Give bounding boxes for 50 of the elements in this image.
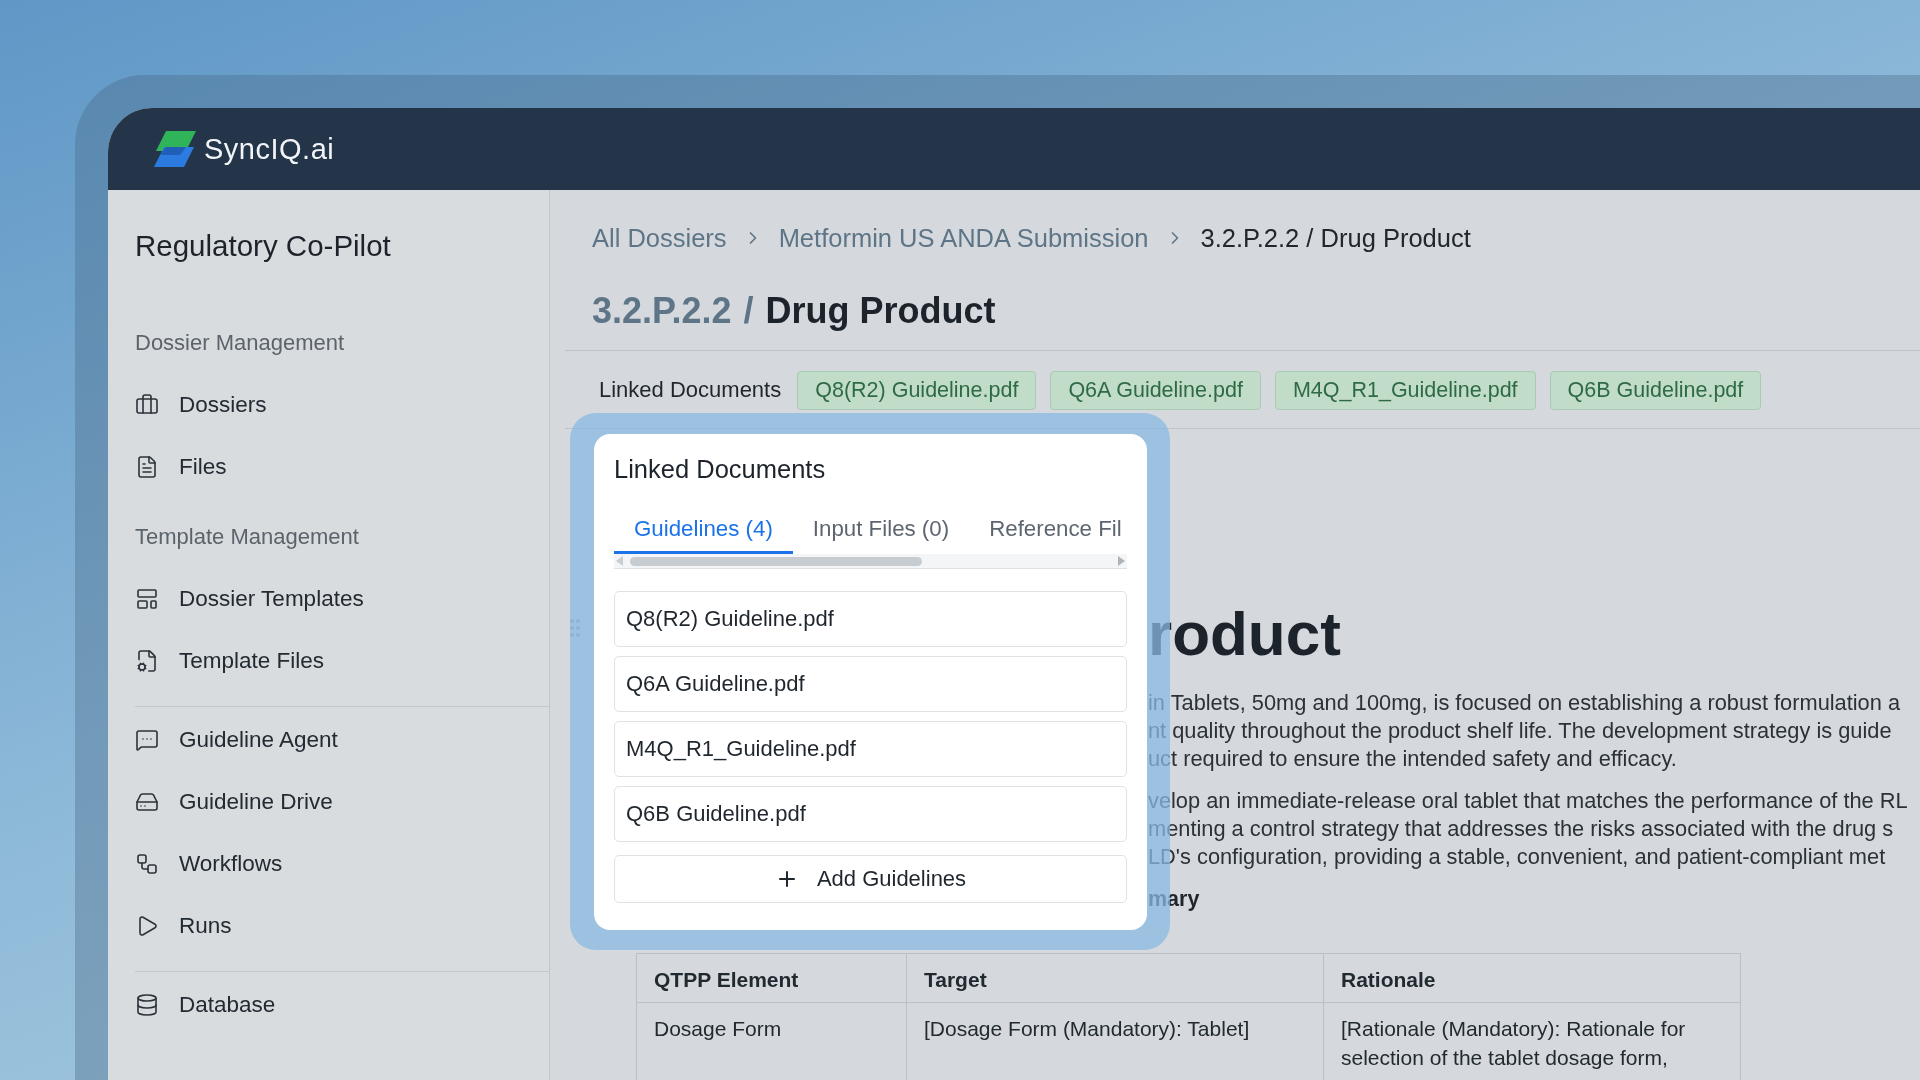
popup-tab[interactable]: Reference Fil [969,506,1127,554]
section-code: 3.2.P.2.2 [592,290,732,332]
horizontal-scrollbar[interactable] [614,554,1127,569]
table-cell: [Dosage Form (Mandatory): Tablet] [907,1003,1324,1080]
breadcrumb-link[interactable]: 3.2.P.2.2 / Drug Product [1200,223,1471,253]
document-chip[interactable]: Q6A Guideline.pdf [1050,370,1261,410]
table-cell: [Rationale (Mandatory): Rationale for selection of the tablet dosage form, [1324,1003,1741,1080]
file-gear-icon [135,649,159,673]
workflow-icon [135,852,159,876]
title-separator: / [743,290,754,332]
brand-name: SyncIQ.ai [204,132,335,166]
page-title: Drug Product [765,290,996,332]
table-cell: Dosage Form [637,1003,907,1080]
linked-documents-label: Linked Documents [599,377,782,403]
sidebar-item[interactable]: Guideline Drive [135,771,549,833]
sidebar-item[interactable]: Guideline Agent [135,709,549,771]
scroll-right-icon[interactable] [1117,556,1125,566]
column-header: Target [907,954,1324,1003]
popup-tab[interactable]: Input Files (0) [792,506,970,554]
sidebar-item[interactable]: Runs [135,895,549,957]
document-chip[interactable]: M4Q_R1_Guideline.pdf [1274,370,1536,410]
document-chip[interactable]: Q8(R2) Guideline.pdf [797,370,1037,410]
document-chip[interactable]: Q6B Guideline.pdf [1549,370,1762,410]
add-guidelines-button[interactable]: Add Guidelines [614,855,1127,903]
chat-icon [135,728,159,752]
file-item[interactable]: M4Q_R1_Guideline.pdf [614,721,1127,777]
drag-handle-icon[interactable] [570,619,580,637]
popup-title: Linked Documents [614,454,827,485]
section-heading: Dossier Management [135,329,346,357]
scroll-left-icon[interactable] [616,556,624,566]
sidebar-item[interactable]: Workflows [135,833,549,895]
sidebar-item[interactable]: Database [135,974,549,1036]
sidebar-item[interactable]: Dossiers [135,374,549,436]
document-icon [135,455,159,479]
sidebar-item[interactable]: Template Files [135,630,549,692]
file-item[interactable]: Q6B Guideline.pdf [614,786,1127,842]
column-header: Rationale [1324,954,1741,1003]
file-item[interactable]: Q8(R2) Guideline.pdf [614,591,1127,647]
file-item[interactable]: Q6A Guideline.pdf [614,656,1127,712]
drive-icon [135,790,159,814]
database-icon [135,993,159,1017]
sidebar-item[interactable]: Files [135,436,549,498]
layout-icon [135,587,159,611]
sidebar-title: Regulatory Co-Pilot [135,228,392,264]
section-heading: Template Management [135,523,360,551]
briefcase-icon [135,393,159,417]
sidebar-item[interactable]: Dossier Templates [135,568,549,630]
logo-icon [152,129,198,169]
document-heading: roduct [1148,599,1342,669]
column-header: QTPP Element [637,954,907,1003]
